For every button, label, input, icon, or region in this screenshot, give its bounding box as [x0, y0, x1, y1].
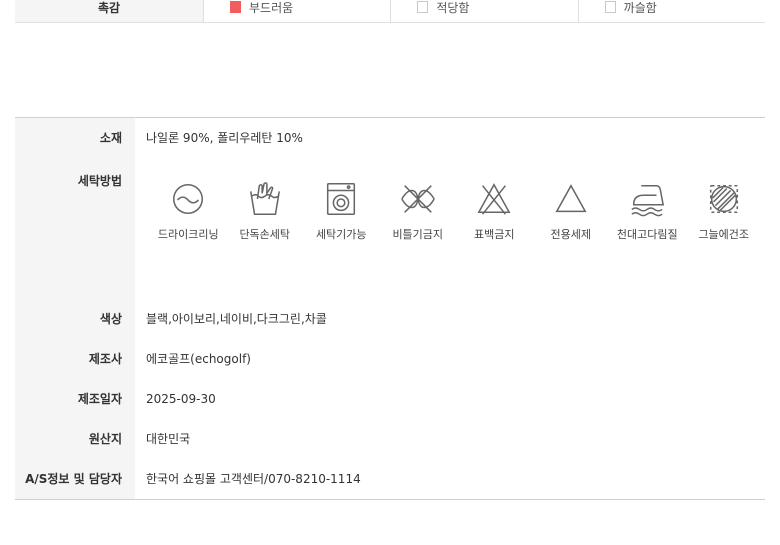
wash-caption: 천대고다림질 — [616, 228, 678, 241]
spec-label: 제조사 — [15, 339, 135, 379]
checked-box-icon — [230, 1, 241, 13]
spec-row-manufacturer: 제조사 에코골프(echogolf) — [15, 339, 765, 379]
texture-option-label: 적당함 — [436, 0, 470, 15]
spec-row-color: 색상 블랙,아이보리,네이비,다크그린,차콜 — [15, 299, 765, 339]
wash-caption: 전용세제 — [550, 228, 591, 241]
wash-caption: 비틀기금지 — [392, 228, 444, 241]
texture-option-medium: 적당함 — [391, 0, 579, 22]
spec-label-text: 세탁방법 — [77, 174, 122, 188]
washing-machine-icon — [327, 183, 356, 215]
wash-caption: 그늘에건조 — [698, 228, 750, 241]
spec-label: 소재 — [15, 118, 135, 164]
spec-label: A/S정보 및 담당자 — [15, 459, 135, 499]
wash-icon-list: 드라이크리닝 단독손세탁 세탁기가능 비틀기금지 표백금지 전용세제 천대고다림… — [150, 164, 765, 242]
spec-label: 원산지 — [15, 419, 135, 459]
spec-value: 드라이크리닝 단독손세탁 세탁기가능 비틀기금지 표백금지 전용세제 천대고다림… — [135, 164, 765, 299]
texture-option-label: 까슬함 — [623, 0, 657, 15]
spec-label: 세탁방법 — [15, 164, 135, 299]
spec-value: 에코골프(echogolf) — [146, 352, 251, 366]
unchecked-box-icon — [604, 1, 616, 13]
spec-value: 나일론 90%, 폴리우레탄 10% — [146, 131, 303, 145]
neutral-detergent-icon — [555, 184, 587, 213]
texture-header: 촉감 — [15, 0, 204, 22]
no-wring-icon — [400, 185, 435, 213]
spec-row-origin: 원산지 대한민국 — [15, 419, 765, 459]
texture-option-label: 부드러움 — [249, 0, 294, 15]
spec-row-material: 소재 나일론 90%, 폴리우레탄 10% — [15, 118, 765, 164]
wash-item: 단독손세탁 — [227, 180, 304, 242]
hand-wash-icon — [249, 182, 280, 215]
wash-item: 드라이크리닝 — [150, 180, 227, 242]
shade-dry-icon — [709, 184, 738, 214]
texture-option-soft: 부드러움 — [204, 0, 392, 22]
spec-value: 블랙,아이보리,네이비,다크그린,차콜 — [146, 312, 327, 326]
dry-clean-icon — [173, 183, 204, 215]
spec-row-mfg-date: 제조일자 2025-09-30 — [15, 379, 765, 419]
wash-item: 천대고다림질 — [609, 180, 686, 242]
wash-item: 표백금지 — [456, 180, 533, 242]
spec-label: 색상 — [15, 299, 135, 339]
wash-caption: 드라이크리닝 — [157, 228, 219, 241]
texture-option-rough: 까슬함 — [579, 0, 765, 22]
wash-caption: 단독손세탁 — [239, 228, 291, 241]
spec-value: 2025-09-30 — [146, 392, 216, 406]
wash-item: 전용세제 — [533, 180, 610, 242]
spec-row-as-info: A/S정보 및 담당자 한국어 쇼핑몰 고객센터/070-8210-1114 — [15, 459, 765, 499]
no-bleach-icon — [477, 183, 511, 215]
wash-item: 세탁기가능 — [303, 180, 380, 242]
spec-value: 한국어 쇼핑몰 고객센터/070-8210-1114 — [146, 472, 361, 486]
unchecked-box-icon — [417, 1, 429, 13]
spec-value: 대한민국 — [146, 432, 191, 446]
texture-row: 촉감 부드러움 적당함 까슬함 — [15, 0, 765, 23]
product-spec-table: 소재 나일론 90%, 폴리우레탄 10% 세탁방법 드라이크리닝 단독손세탁 … — [15, 117, 765, 500]
spec-row-washing: 세탁방법 드라이크리닝 단독손세탁 세탁기가능 비틀기금지 표백금지 전용세제 … — [15, 164, 765, 299]
wash-item: 그늘에건조 — [686, 180, 763, 242]
spec-label: 제조일자 — [15, 379, 135, 419]
wash-caption: 표백금지 — [474, 228, 515, 241]
iron-cloth-icon — [631, 184, 665, 217]
wash-caption: 세탁기가능 — [315, 228, 367, 241]
wash-item: 비틀기금지 — [380, 180, 457, 242]
